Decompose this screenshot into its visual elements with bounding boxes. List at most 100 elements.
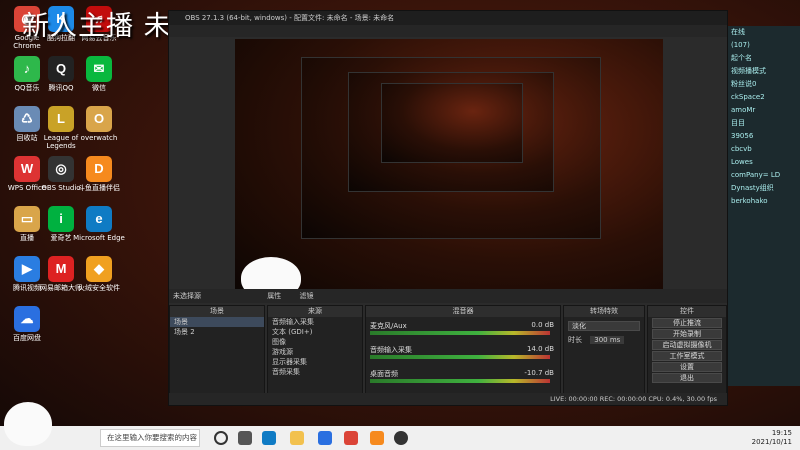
sources-dock: 来源 音频输入采集 文本 (GDI+) 图像 游戏源 显示器采集 音频采集 xyxy=(267,305,363,395)
chat-message: cbcvb xyxy=(731,145,752,153)
douyu-taskbar-icon[interactable] xyxy=(370,431,384,445)
chat-message: (107) xyxy=(731,41,750,49)
source-item[interactable]: 图像 xyxy=(268,337,362,347)
control-button[interactable]: 工作室模式 xyxy=(652,351,722,361)
app-icon: Q xyxy=(48,56,74,82)
obs-status-bar: LIVE: 00:00:00 REC: 00:00:00 CPU: 0.4%, … xyxy=(169,393,727,405)
taskbar: 在这里输入你要搜索的内容 19:15 2021/10/11 xyxy=(0,402,800,450)
app-icon: O xyxy=(86,106,112,132)
obs-preview[interactable] xyxy=(235,39,663,297)
mixer-volume-slider[interactable] xyxy=(370,379,550,383)
controls-dock-title: 控件 xyxy=(648,306,726,317)
scene-item[interactable]: 场景 2 xyxy=(170,327,264,337)
desktop-icon-label: 火绒安全软件 xyxy=(78,284,120,292)
filters-button[interactable]: 滤镜 xyxy=(299,292,313,300)
mixer-track-db: 0.0 dB xyxy=(531,321,554,329)
duration-input[interactable]: 300 ms xyxy=(590,336,625,344)
obs-window[interactable]: OBS 27.1.3 (64-bit, windows) - 配置文件: 未命名… xyxy=(168,10,728,406)
control-button[interactable]: 设置 xyxy=(652,362,722,372)
mixer-track-name: 麦克风/Aux xyxy=(370,322,407,330)
duration-label: 时长 xyxy=(568,336,582,344)
chat-message: 起个名 xyxy=(731,54,752,62)
desktop-icon[interactable]: e Microsoft Edge xyxy=(72,206,126,242)
mixer-track-name: 音频输入采集 xyxy=(370,346,412,354)
desktop-icon[interactable]: ☁ 百度网盘 xyxy=(0,306,54,342)
task-view-icon[interactable] xyxy=(238,431,252,445)
chat-message: 在线 xyxy=(731,28,745,36)
source-item[interactable]: 音频采集 xyxy=(268,367,362,377)
cat-mascot-taskbar xyxy=(4,402,52,446)
desktop-icon-label: 微信 xyxy=(92,84,106,92)
obs-title-bar[interactable]: OBS 27.1.3 (64-bit, windows) - 配置文件: 未命名… xyxy=(169,11,727,25)
chat-message: Lowes xyxy=(731,158,753,166)
mixer-track-db: -10.7 dB xyxy=(524,369,554,377)
source-item[interactable]: 音频输入采集 xyxy=(268,317,362,327)
control-button[interactable]: 启动虚拟摄像机 xyxy=(652,340,722,350)
desktop-icon[interactable]: ✉ 微信 xyxy=(72,56,126,92)
chat-message: 目目 xyxy=(731,119,745,127)
obs-title: OBS 27.1.3 (64-bit, windows) - 配置文件: 未命名… xyxy=(185,14,395,22)
file-explorer-icon[interactable] xyxy=(290,431,304,445)
cortana-icon[interactable] xyxy=(214,431,228,445)
source-item[interactable]: 显示器采集 xyxy=(268,357,362,367)
app-icon: L xyxy=(48,106,74,132)
transition-select[interactable]: 淡化 xyxy=(568,321,640,331)
control-button[interactable]: 退出 xyxy=(652,373,722,383)
app-icon: M xyxy=(48,256,74,282)
controls-dock: 控件 停止推流 开始录制 启动虚拟摄像机 工作室模式 设置 退出 xyxy=(647,305,727,395)
mixer-track-name: 桌面音频 xyxy=(370,370,398,378)
app-icon: ◎ xyxy=(48,156,74,182)
nested-capture-2 xyxy=(348,72,554,192)
chat-message: amoMr xyxy=(731,106,756,114)
obs-menu-bar[interactable] xyxy=(169,25,727,37)
control-button[interactable]: 开始录制 xyxy=(652,329,722,339)
chat-message: 粉丝说0 xyxy=(731,80,757,88)
app-icon: ◆ xyxy=(86,256,112,282)
chat-message: comPany= LD xyxy=(731,171,781,179)
desktop-icon[interactable]: ◆ 火绒安全软件 xyxy=(72,256,126,292)
clock-date: 2021/10/11 xyxy=(751,438,792,446)
mixer-dock-title: 混音器 xyxy=(366,306,560,317)
chrome-taskbar-icon[interactable] xyxy=(344,431,358,445)
edge-taskbar-icon[interactable] xyxy=(262,431,276,445)
store-icon[interactable] xyxy=(318,431,332,445)
chat-message: 39056 xyxy=(731,132,754,140)
app-icon: ☁ xyxy=(14,306,40,332)
nested-capture-1 xyxy=(301,57,601,239)
taskbar-search-input[interactable]: 在这里输入你要搜索的内容 xyxy=(100,429,200,447)
source-item[interactable]: 文本 (GDI+) xyxy=(268,327,362,337)
desktop-icon[interactable]: D 斗鱼直播伴侣 xyxy=(72,156,126,192)
scenes-dock-title: 场景 xyxy=(170,306,264,317)
clock-time: 19:15 xyxy=(771,429,792,437)
mixer-volume-slider[interactable] xyxy=(370,331,550,335)
mixer-track-db: 14.0 dB xyxy=(526,345,554,353)
sources-dock-title: 来源 xyxy=(268,306,362,317)
chat-message: Dynasty组织 xyxy=(731,184,774,192)
nested-capture-3 xyxy=(381,83,523,163)
chat-message: ckSpace2 xyxy=(731,93,765,101)
live-chat-panel: 在线 (107) 起个名视频播模式粉丝说0 ckSpace2 amoMr 目目 39056 c… xyxy=(728,26,800,386)
transitions-dock: 转场特效 淡化 时长 300 ms xyxy=(563,305,645,395)
source-toolbar: 未选择源 属性 滤镜 xyxy=(169,289,727,303)
desktop-icon-label: 百度网盘 xyxy=(13,334,41,342)
source-item[interactable]: 游戏源 xyxy=(268,347,362,357)
app-icon: e xyxy=(86,206,112,232)
taskbar-clock[interactable]: 19:15 2021/10/11 xyxy=(752,429,792,447)
chat-message: 视频播模式 xyxy=(731,67,766,75)
desktop-icon-label: 斗鱼直播伴侣 xyxy=(78,184,120,192)
chat-message: berkohako xyxy=(731,197,768,205)
no-source-selected: 未选择源 xyxy=(173,292,201,300)
transitions-dock-title: 转场特效 xyxy=(564,306,644,317)
properties-button[interactable]: 属性 xyxy=(267,292,281,300)
scene-item[interactable]: 场景 xyxy=(170,317,264,327)
app-icon: i xyxy=(48,206,74,232)
mixer-volume-slider[interactable] xyxy=(370,355,550,359)
desktop-icon-label: overwatch xyxy=(80,134,118,142)
desktop-icon[interactable]: Ooverwatch xyxy=(72,106,126,142)
obs-taskbar-icon[interactable] xyxy=(394,431,408,445)
desktop-icon-label: Microsoft Edge xyxy=(73,234,125,242)
app-icon: ✉ xyxy=(86,56,112,82)
audio-mixer-dock: 混音器 麦克风/Aux 0.0 dB 音频输入采集 14.0 dB 桌面音频 -10.7 … xyxy=(365,305,561,395)
scenes-dock: 场景 场景 场景 2 xyxy=(169,305,265,395)
control-button[interactable]: 停止推流 xyxy=(652,318,722,328)
